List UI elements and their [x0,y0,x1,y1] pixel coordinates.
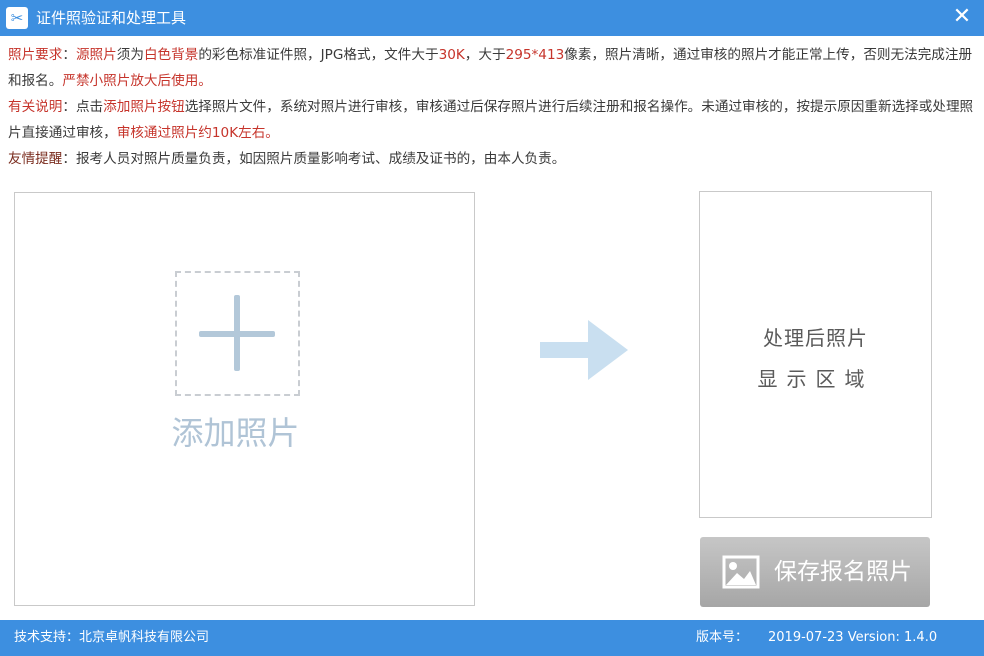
requirement-label: 照片要求 [8,47,63,63]
explanation-paragraph: 有关说明：点击添加照片按钮选择照片文件，系统对照片进行审核，审核通过后保存照片进… [8,99,974,141]
version-info: 版本号： 2019-07-23 Version: 1.4.0 [696,629,937,647]
preview-placeholder-line1: 处理后照片 [763,326,868,350]
explanation-label: 有关说明 [8,99,63,115]
preview-placeholder-line2: 显示区域 [757,367,874,391]
version-value: 2019-07-23 Version: 1.4.0 [768,630,938,645]
scissors-icon: ✂ [6,7,28,29]
requirement-paragraph: 照片要求：源照片须为白色背景的彩色标准证件照，JPG格式，文件大于30K，大于2… [8,47,973,89]
reminder-label: 友情提醒 [8,151,63,167]
save-button-label: 保存报名照片 [774,559,912,585]
reminder-paragraph: 友情提醒：报考人员对照片质量负责，如因照片质量影响考试、成绩及证书的，由本人负责… [8,151,566,167]
save-registration-photo-button[interactable]: 保存报名照片 [700,537,930,607]
title-bar: ✂ 证件照验证和处理工具 ✕ [0,0,984,36]
arrow-right-icon [540,320,628,380]
processed-photo-preview: 处理后照片 显示区域 [699,191,932,518]
add-photo-area[interactable]: 添加照片 [14,192,475,606]
close-icon[interactable]: ✕ [950,5,974,29]
add-photo-label[interactable]: 添加照片 [15,413,456,453]
version-label: 版本号： [696,630,749,645]
image-icon [722,555,760,589]
status-bar: 技术支持：北京卓帆科技有限公司 版本号： 2019-07-23 Version: … [0,620,984,656]
tech-support-text: 技术支持：北京卓帆科技有限公司 [14,630,210,645]
add-photo-button[interactable] [175,271,300,396]
window-title: 证件照验证和处理工具 [36,9,187,27]
instructions-panel: 照片要求：源照片须为白色背景的彩色标准证件照，JPG格式，文件大于30K，大于2… [8,42,980,172]
